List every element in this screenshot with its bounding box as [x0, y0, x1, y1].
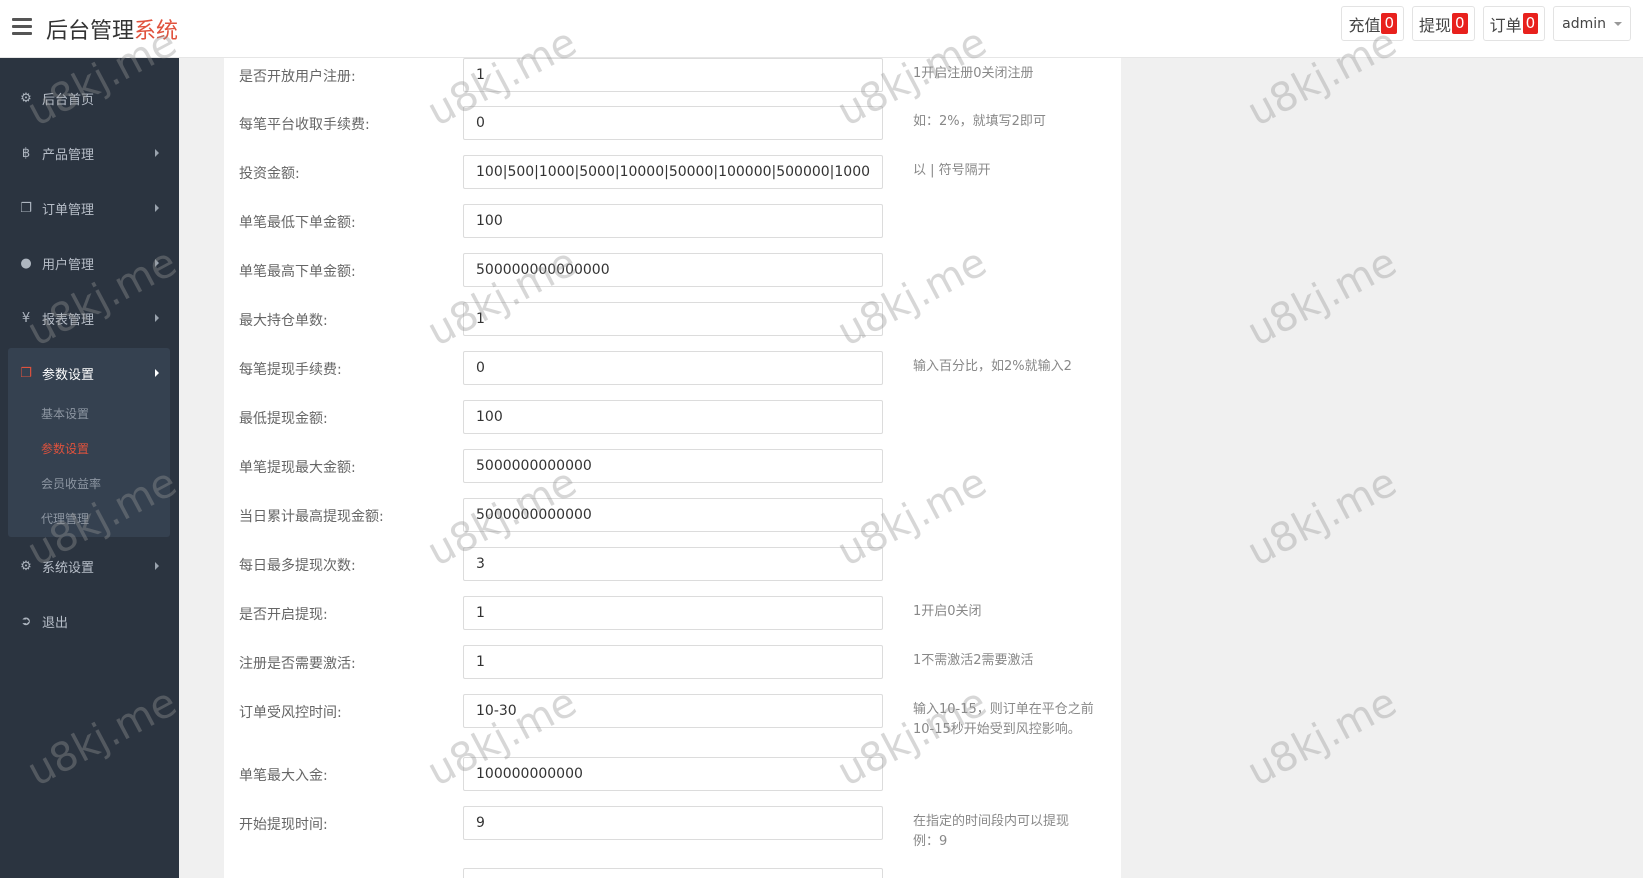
files-icon: ❐	[20, 365, 32, 381]
caret-right-icon	[155, 562, 159, 570]
max-deposit-input[interactable]	[463, 757, 883, 791]
order-button[interactable]: 订单 0	[1482, 6, 1546, 41]
caret-right-icon	[155, 314, 159, 322]
yen-icon: ¥	[21, 310, 31, 326]
enable-withdraw-input[interactable]	[463, 596, 883, 630]
next-field-input[interactable]	[463, 868, 883, 878]
caret-right-icon	[155, 204, 159, 212]
watermark: u8kj.me	[1240, 459, 1405, 576]
settings-form: 是否开放用户注册: 1开启注册0关闭注册 每笔平台收取手续费: 如：2%，就填写…	[224, 58, 1121, 878]
copy-icon: ❐	[20, 200, 32, 216]
daily-max-withdraw-input[interactable]	[463, 498, 883, 532]
dashboard-icon: ⚙	[20, 90, 32, 106]
user-menu-button[interactable]: admin	[1553, 6, 1631, 41]
open-registration-input[interactable]	[463, 58, 883, 92]
field-label: 每日最多提现次数:	[239, 558, 356, 574]
withdraw-start-time-input[interactable]	[463, 806, 883, 840]
platform-fee-input[interactable]	[463, 106, 883, 140]
field-hint-line2: 10-15秒开始受到风控影响。	[913, 722, 1081, 737]
field-label: 开始提现时间:	[239, 817, 328, 833]
field-label: 最低提现金额:	[239, 411, 328, 427]
field-hint: 如：2%，就填写2即可	[913, 114, 1046, 129]
sidebar-item-products[interactable]: ฿产品管理	[0, 133, 179, 173]
watermark: u8kj.me	[1240, 239, 1405, 356]
risk-control-time-input[interactable]	[463, 694, 883, 728]
max-single-withdraw-input[interactable]	[463, 449, 883, 483]
field-label: 是否开启提现:	[239, 607, 328, 623]
sign-out-icon: ➲	[20, 613, 32, 629]
field-hint: 1不需激活2需要激活	[913, 653, 1034, 668]
max-order-amount-input[interactable]	[463, 253, 883, 287]
field-label: 单笔最低下单金额:	[239, 215, 356, 231]
recharge-button[interactable]: 充值 0	[1341, 6, 1404, 41]
max-positions-input[interactable]	[463, 302, 883, 336]
field-hint: 以 | 符号隔开	[913, 163, 991, 178]
gears-icon: ⚙	[20, 558, 32, 574]
withdraw-button[interactable]: 提现 0	[1412, 6, 1475, 41]
caret-right-icon	[155, 149, 159, 157]
field-hint: 1开启0关闭	[913, 604, 982, 619]
field-hint: 输入10-15，则订单在平仓之前	[913, 702, 1094, 717]
user-icon: ●	[20, 255, 32, 271]
field-hint: 在指定的时间段内可以提现	[913, 814, 1070, 829]
bitcoin-icon: ฿	[21, 145, 31, 161]
field-hint-line2: 例：9	[913, 834, 948, 849]
min-withdraw-input[interactable]	[463, 400, 883, 434]
field-label: 投资金额:	[239, 166, 300, 182]
registration-activation-input[interactable]	[463, 645, 883, 679]
field-label: 单笔最高下单金额:	[239, 264, 356, 280]
sub-item-param-settings[interactable]: 参数设置	[41, 440, 89, 457]
caret-right-icon	[155, 369, 159, 377]
sidebar: ⚙ 后台首页 ฿产品管理 ❐ 订单管理 ● 用户管理 ¥ 报表管理 ❐ 参数设置 基本设置…	[0, 58, 179, 878]
sidebar-item-users[interactable]: ● 用户管理	[0, 243, 179, 283]
field-label: 单笔最大入金:	[239, 768, 328, 784]
sidebar-item-system[interactable]: ⚙ 系统设置	[0, 546, 179, 586]
min-order-amount-input[interactable]	[463, 204, 883, 238]
field-label: 注册是否需要激活:	[239, 656, 356, 672]
daily-withdraw-count-input[interactable]	[463, 547, 883, 581]
field-label: 是否开放用户注册:	[239, 69, 356, 85]
sidebar-item-params[interactable]: ❐ 参数设置	[0, 353, 179, 393]
withdraw-count-badge: 0	[1452, 13, 1468, 34]
sidebar-item-reports[interactable]: ¥ 报表管理	[0, 298, 179, 338]
brand-title: 后台管理系统	[46, 19, 179, 44]
field-label: 订单受风控时间:	[239, 705, 342, 721]
sub-item-agent-management[interactable]: 代理管理	[41, 510, 89, 527]
field-hint: 输入百分比，如2%就输入2	[913, 359, 1072, 374]
sub-item-member-yield[interactable]: 会员收益率	[41, 475, 101, 492]
field-label: 最大持仓单数:	[239, 313, 328, 329]
investment-amounts-input[interactable]	[463, 155, 883, 189]
field-label: 当日累计最高提现金额:	[239, 509, 384, 525]
sidebar-item-orders[interactable]: ❐ 订单管理	[0, 188, 179, 228]
withdraw-fee-input[interactable]	[463, 351, 883, 385]
menu-toggle-icon[interactable]	[12, 18, 32, 36]
sidebar-item-home[interactable]: ⚙ 后台首页	[0, 78, 179, 118]
recharge-count-badge: 0	[1381, 13, 1397, 34]
top-actions: 充值 0 提现 0 订单 0 admin	[1341, 6, 1631, 41]
caret-down-icon	[1614, 21, 1622, 26]
field-label: 单笔提现最大金额:	[239, 460, 356, 476]
order-count-badge: 0	[1522, 13, 1539, 34]
sidebar-item-logout[interactable]: ➲ 退出	[0, 601, 179, 641]
top-bar: 后台管理系统 充值 0 提现 0 订单 0 admin	[0, 0, 1643, 58]
field-label: 每笔平台收取手续费:	[239, 117, 370, 133]
sub-item-basic-settings[interactable]: 基本设置	[41, 405, 89, 422]
field-label: 每笔提现手续费:	[239, 362, 342, 378]
caret-right-icon	[155, 259, 159, 267]
watermark: u8kj.me	[1240, 679, 1405, 796]
field-hint: 1开启注册0关闭注册	[913, 66, 1034, 81]
